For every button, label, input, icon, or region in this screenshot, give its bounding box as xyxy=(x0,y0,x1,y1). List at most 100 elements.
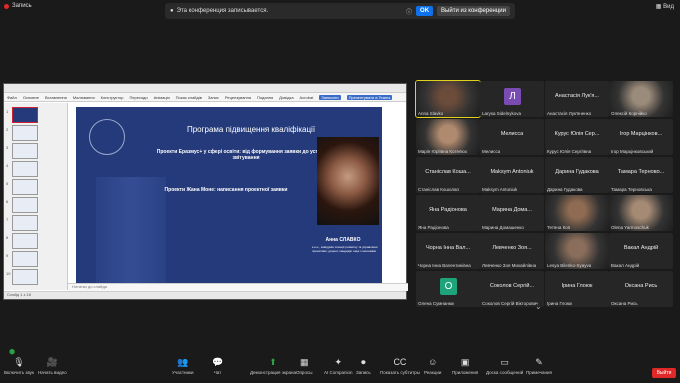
participant-tile[interactable]: Ігор Марцінков... Ігор Марцінковський xyxy=(609,119,673,155)
participant-display-name: Дарина Гудакова xyxy=(555,169,599,175)
toolbar-button-9[interactable]: ☺ Реакции xyxy=(424,356,441,375)
toolbar-button-1[interactable]: 🎥 Начать видео xyxy=(38,356,67,375)
slide-thumbnail[interactable] xyxy=(12,143,38,159)
participant-tile[interactable]: Мелисса Мелисса xyxy=(480,119,544,155)
slide-thumbnail[interactable] xyxy=(12,215,38,231)
toolbar-label: Запись xyxy=(356,370,371,375)
participant-name-label: Анастасія Лук'яненко xyxy=(547,111,592,116)
chevron-down-icon[interactable]: ⌄ xyxy=(535,302,542,311)
participant-tile[interactable]: Л Larysa Sidelnykova xyxy=(480,81,544,117)
toolbar-button-7[interactable]: ⏺ Запись xyxy=(356,356,371,375)
participant-tile[interactable]: Maksym Antoniuk Maksym Antoniuk xyxy=(480,157,544,193)
participant-display-name: Ірина Глоюк xyxy=(561,283,593,289)
toolbar-button-10[interactable]: ▣ Приложения xyxy=(452,356,478,375)
participant-display-name: Maksym Antoniuk xyxy=(490,169,534,175)
participant-display-name: Курус Юлія Сер... xyxy=(554,131,600,137)
toolbar-label: Участники xyxy=(172,370,194,375)
slide-thumbnail[interactable] xyxy=(12,197,38,213)
slide-title: Програма підвищення кваліфікації xyxy=(186,125,316,134)
info-circle-icon[interactable]: ⓘ xyxy=(406,7,412,16)
toolbar-button-5[interactable]: ▦ Опросы xyxy=(296,356,312,375)
participant-tile[interactable]: Курус Юлія Сер... Курус Юлія Сергіївна xyxy=(545,119,609,155)
slide-notes[interactable]: Нотатки до слайда xyxy=(68,283,408,291)
participant-tile[interactable]: Оксана Рись Оксана Рись xyxy=(609,271,673,307)
toolbar-button-6[interactable]: ✦ AI Companion xyxy=(324,356,353,375)
ribbon-tab-10[interactable]: Подання xyxy=(257,95,273,100)
ribbon-tab-0[interactable]: Файл xyxy=(7,95,17,100)
toolbar-button-11[interactable]: ▭ Доска сообщений xyxy=(486,356,523,375)
participant-tile[interactable]: Марія Юріївна Котелюх xyxy=(416,119,480,155)
participant-name-label: Larysa Sidelnykova xyxy=(482,111,522,116)
participant-tile[interactable]: Ірина Глоюк Ірина Глоюк xyxy=(545,271,609,307)
shared-screen: Файл Основне Вставлення Малювання Конструкто… xyxy=(3,83,408,300)
toolbar-button-8[interactable]: CC Показать субтитры xyxy=(380,356,420,375)
ai-companion-icon: ✦ xyxy=(334,357,343,367)
ribbon-tab-12[interactable]: Acrobat xyxy=(300,95,314,100)
participant-display-name: Анастасія Лук'я... xyxy=(555,93,599,99)
participant-tile[interactable]: Чорна Інна Вал... Чорна Інна Валентинівна xyxy=(416,233,480,269)
record-ribbon-button[interactable]: Записати xyxy=(319,94,341,100)
participant-name-label: Мелисса xyxy=(482,149,501,154)
slide-thumbnail[interactable] xyxy=(12,233,38,249)
slide-thumbnail[interactable] xyxy=(12,125,38,141)
present-teams-button[interactable]: Презентувати в Teams xyxy=(346,94,393,100)
participant-tile[interactable]: Марина Дома... Марина Домашенко xyxy=(480,195,544,231)
slide-thumbnail[interactable] xyxy=(12,269,38,285)
slide-thumbnail[interactable] xyxy=(12,161,38,177)
leave-meeting-button[interactable]: Выйти из конференции xyxy=(437,6,510,16)
recording-indicator[interactable]: Запись xyxy=(4,3,32,9)
participant-tile[interactable]: Станіслав Коша... Станіслав Кошолап xyxy=(416,157,480,193)
toolbar-label: Показать субтитры xyxy=(380,370,420,375)
participant-tile[interactable]: Яна Радіонова Яна Радіонова xyxy=(416,195,480,231)
ribbon-tab-9[interactable]: Рецензування xyxy=(225,95,251,100)
participant-display-name: Оксана Рись xyxy=(624,283,658,289)
ribbon-tab-4[interactable]: Конструктор xyxy=(101,95,124,100)
reactions-icon: ☺ xyxy=(428,357,438,367)
ribbon-tab-1[interactable]: Основне xyxy=(23,95,39,100)
participant-tile[interactable]: Олексій Корнійко xyxy=(609,81,673,117)
toolbar-button-2[interactable]: 👥 Участники xyxy=(172,356,194,375)
slide-thumbnail-number: 4 xyxy=(6,163,9,168)
ribbon-tab-8[interactable]: Запис xyxy=(208,95,219,100)
end-meeting-button[interactable]: Выйти xyxy=(652,368,676,378)
participant-avatar: Л xyxy=(504,88,521,105)
participant-display-name: Яна Радіонова xyxy=(429,207,467,213)
participant-display-name: Вакал Андрій xyxy=(623,245,659,251)
slide-thumbnail[interactable] xyxy=(12,179,38,195)
toolbar-button-12[interactable]: ✎ Примечания xyxy=(526,356,552,375)
ribbon-tab-7[interactable]: Показ слайдів xyxy=(176,95,202,100)
participant-tile[interactable]: Anna Slavko xyxy=(415,80,481,118)
security-shield-icon[interactable]: ⬢ xyxy=(9,348,15,356)
participant-name-label: Чорна Інна Валентинівна xyxy=(418,263,471,268)
participant-display-name: Чорна Інна Вал... xyxy=(425,245,471,251)
toolbar-button-0[interactable]: 🎙 Включить звук xyxy=(4,356,34,375)
notes-icon: ✎ xyxy=(535,357,543,367)
ok-button[interactable]: OK xyxy=(416,6,434,16)
ribbon-tab-6[interactable]: Анімація xyxy=(154,95,170,100)
participant-name-label: Вакал Андрій xyxy=(611,263,640,268)
participant-tile[interactable]: Левченко Зоя... Левченко Зоя Михайлівна xyxy=(480,233,544,269)
participant-tile[interactable]: Анастасія Лук'я... Анастасія Лук'яненко xyxy=(545,81,609,117)
participant-tile[interactable]: О Олена Сумнанюк xyxy=(416,271,480,307)
apps-icon: ▣ xyxy=(460,357,470,367)
slide-thumbnail-number: 3 xyxy=(6,145,9,150)
participant-name-label: Дарина Гудакова xyxy=(547,187,583,192)
participant-tile[interactable]: Тамара Терново... Тамара Терновська xyxy=(609,157,673,193)
participant-tile[interactable]: Дарина Гудакова Дарина Гудакова xyxy=(545,157,609,193)
slide-thumbnail[interactable] xyxy=(12,251,38,267)
participant-tile[interactable]: Lesya Bilenko-Syayva xyxy=(545,233,609,269)
view-button[interactable]: ▦ Вид xyxy=(656,3,674,10)
participant-tile[interactable]: Вакал Андрій Вакал Андрій xyxy=(609,233,673,269)
ribbon-tab-5[interactable]: Переходи xyxy=(129,95,147,100)
toolbar-button-3[interactable]: 💬 Чат xyxy=(212,356,223,375)
participant-name-label: Олексій Корнійко xyxy=(611,111,647,116)
powerpoint-titlebar xyxy=(4,84,406,93)
toolbar-label: AI Companion xyxy=(324,370,353,375)
slide-thumbnail[interactable] xyxy=(12,107,38,123)
ribbon-tab-3[interactable]: Малювання xyxy=(73,95,95,100)
ribbon-tab-11[interactable]: Довідка xyxy=(279,95,293,100)
participant-tile[interactable]: Тетяна Коп xyxy=(545,195,609,231)
toolbar-button-4[interactable]: ⬆ Демонстрация экрана xyxy=(250,356,296,375)
participant-tile[interactable]: Olena Yarmoschuk xyxy=(609,195,673,231)
ribbon-tab-2[interactable]: Вставлення xyxy=(45,95,67,100)
